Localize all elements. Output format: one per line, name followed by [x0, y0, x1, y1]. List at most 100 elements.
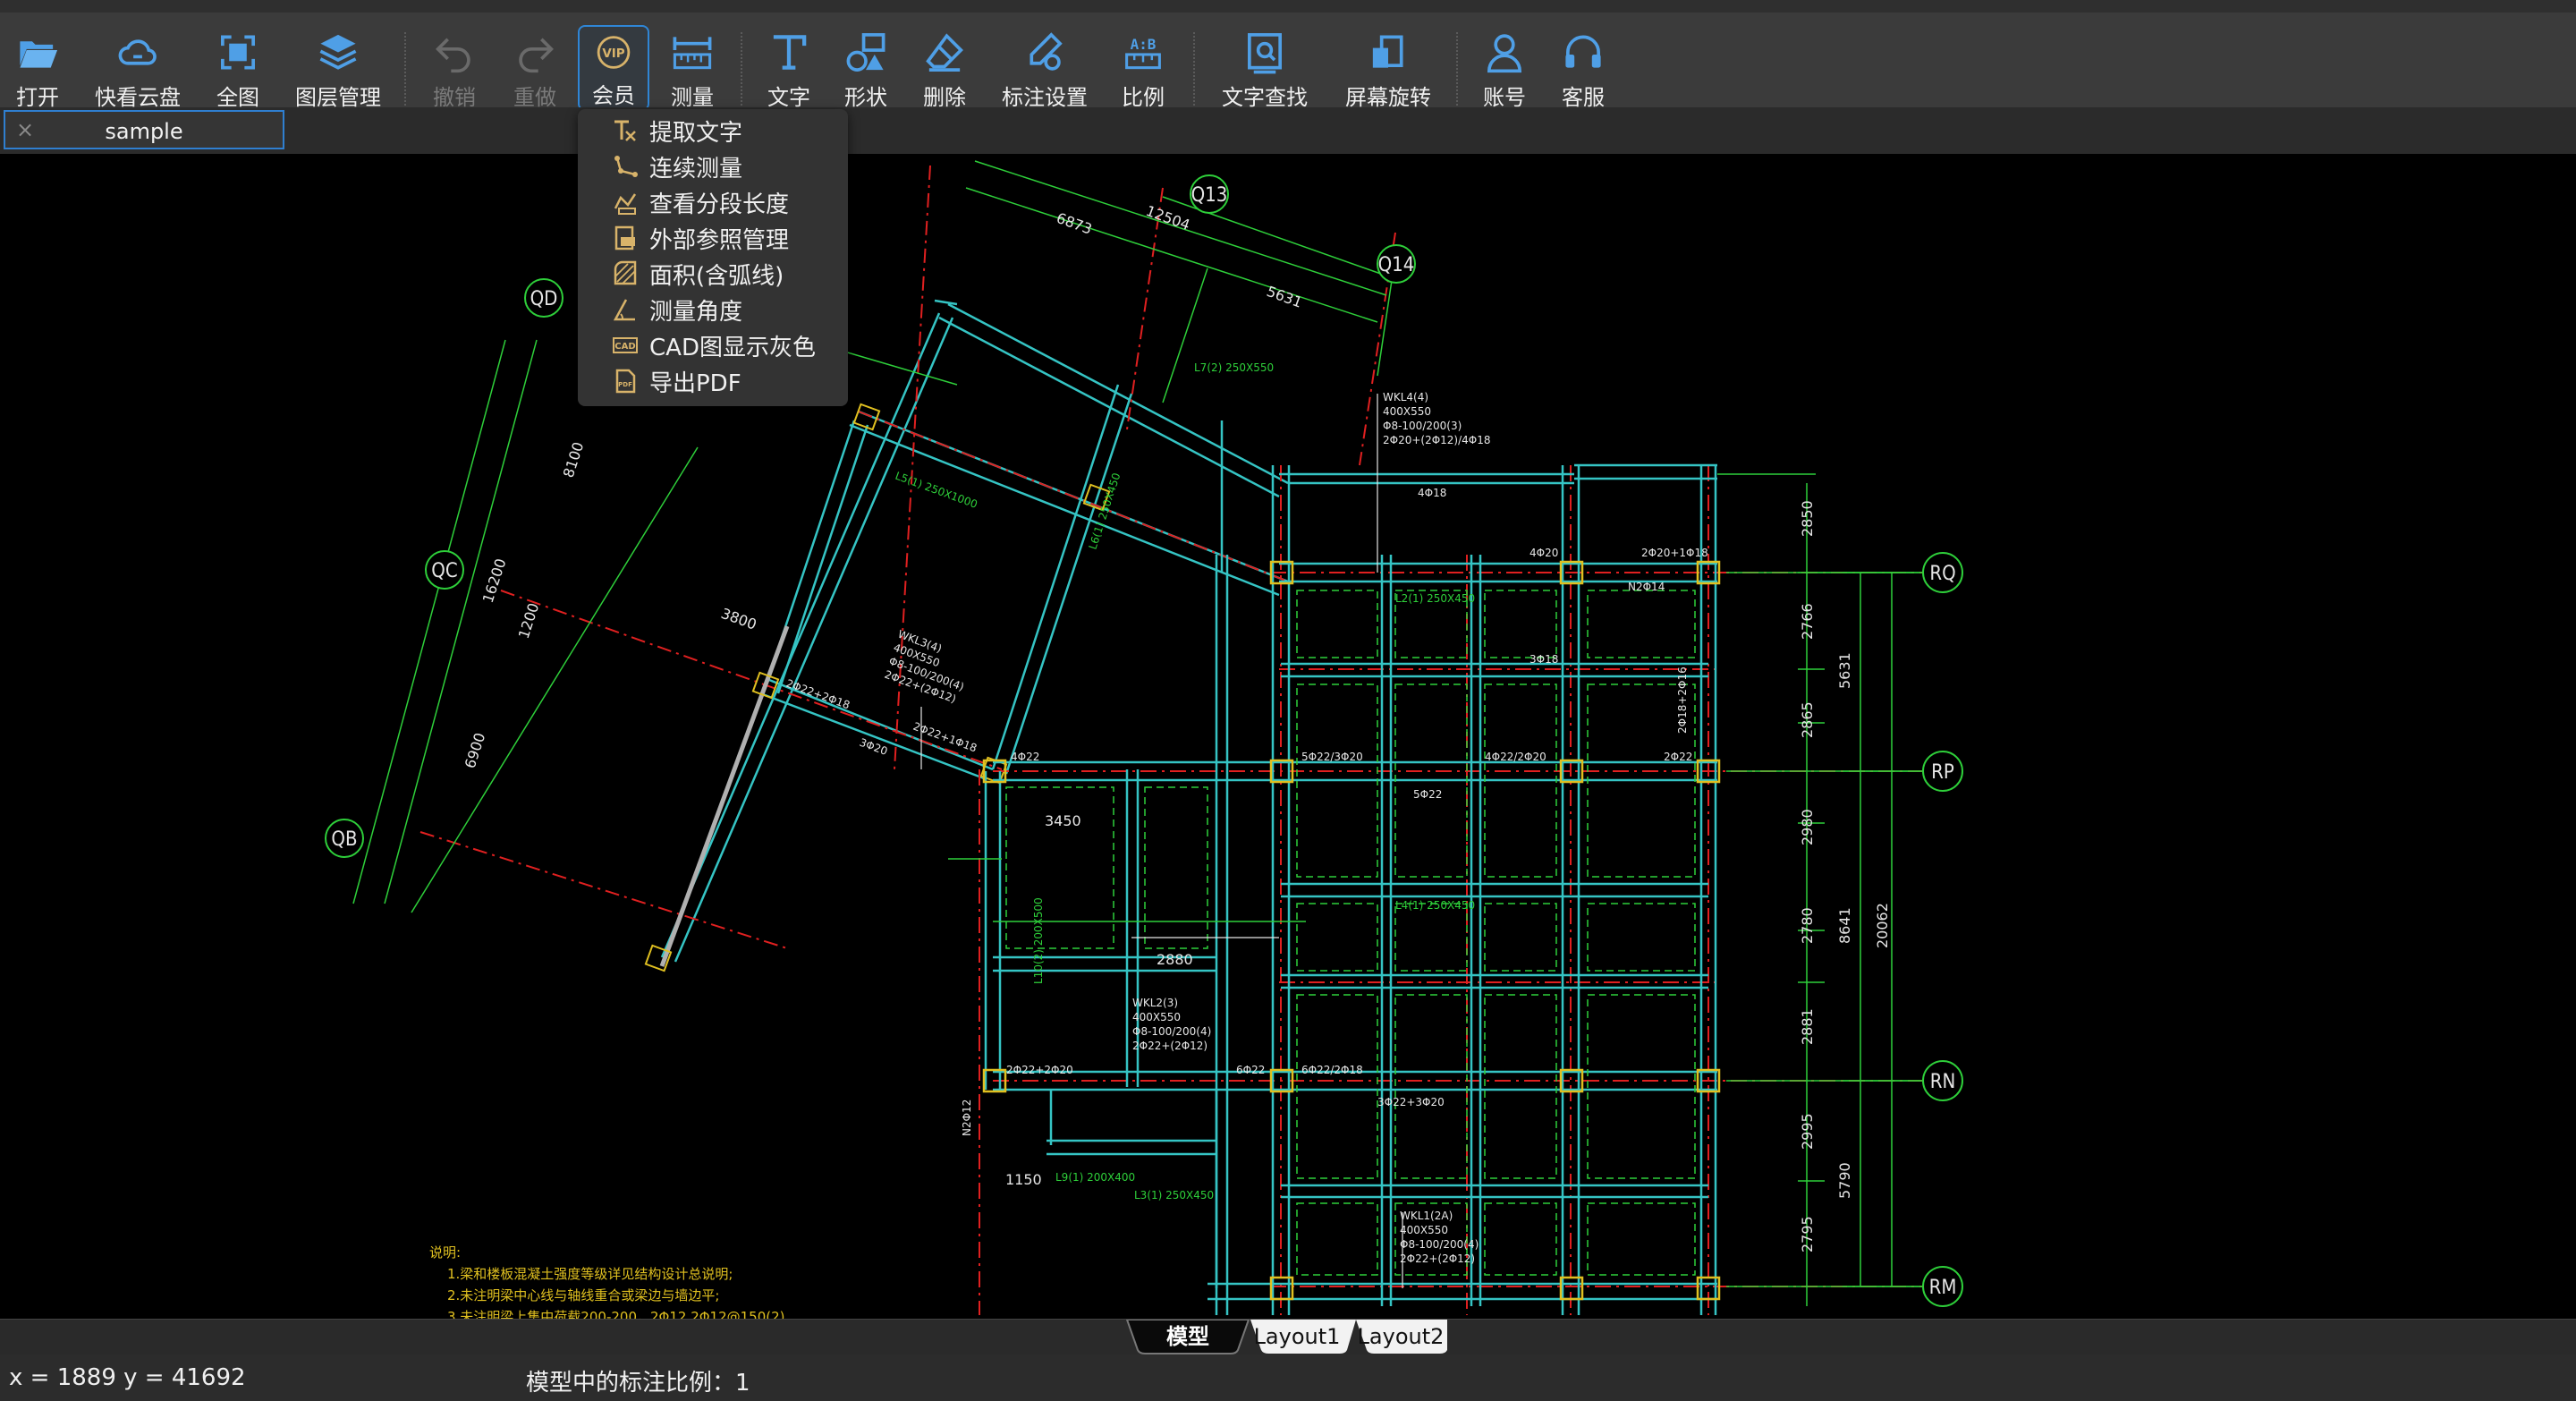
- svg-text:VIP: VIP: [602, 47, 624, 61]
- ruler-icon: [673, 37, 712, 70]
- rebar-label: 4Φ20: [1530, 547, 1558, 559]
- svg-text:A:B: A:B: [1131, 36, 1157, 53]
- menu-item-measure-angle[interactable]: 测量角度: [578, 292, 848, 327]
- rebar-label: 3Φ22+3Φ20: [1377, 1096, 1445, 1108]
- beam-label: 2Φ22+(2Φ12): [1132, 1040, 1208, 1052]
- dimension-settings-button[interactable]: 标注设置: [993, 25, 1097, 111]
- menu-item-extract-text[interactable]: 提取文字: [578, 113, 848, 149]
- shape-button[interactable]: 形状: [830, 25, 902, 111]
- grid-bubble-label: Q14: [1378, 254, 1415, 276]
- layer-manager-button[interactable]: 图层管理: [286, 25, 390, 111]
- fit-screen-icon: [221, 35, 255, 70]
- menu-item-segment-length[interactable]: 查看分段长度: [578, 184, 848, 220]
- support-button[interactable]: 客服: [1547, 25, 1619, 111]
- beam-label: 400X550: [1132, 1011, 1181, 1023]
- dimension-text: 1150: [1005, 1171, 1042, 1188]
- vip-button[interactable]: VIP 会员: [578, 25, 649, 111]
- find-text-button[interactable]: 文字查找: [1209, 25, 1320, 111]
- beam-label: Φ8-100/200(3): [1383, 420, 1462, 432]
- measure-button[interactable]: 测量: [657, 25, 728, 111]
- grid-bubble-label: QD: [530, 288, 558, 310]
- text-button[interactable]: 文字: [753, 25, 825, 111]
- beam-label: Φ8-100/200(4): [1132, 1025, 1211, 1038]
- svg-text:CAD: CAD: [614, 342, 635, 352]
- find-text-icon: [1248, 33, 1282, 74]
- drawing-note: 1.梁和楼板混凝土强度等级详见结构设计总说明;: [447, 1266, 733, 1282]
- menu-item-continuous-measure[interactable]: 连续测量: [578, 149, 848, 184]
- status-bar: x = 1889 y = 41692 模型中的标注比例：1: [0, 1354, 2576, 1401]
- headset-icon: [1565, 35, 1601, 68]
- rotate-screen-button[interactable]: 屏幕旋转: [1333, 25, 1444, 111]
- menu-item-xref-manager[interactable]: 外部参照管理: [578, 220, 848, 256]
- svg-text:PDF: PDF: [618, 381, 632, 388]
- cad-drawing-canvas[interactable]: QD QC QB Q13 Q14 RQ RP RN RM 12504 6873 …: [0, 154, 2576, 1319]
- dimension-text: 2850: [1799, 500, 1816, 537]
- xref-icon: [614, 225, 635, 250]
- tab-layout1[interactable]: Layout1: [1247, 1320, 1347, 1354]
- beam-label: L9(1) 200X400: [1055, 1171, 1135, 1184]
- rebar-label: 2Φ18+2Φ16: [1676, 667, 1689, 734]
- tab-model[interactable]: 模型: [1138, 1320, 1238, 1354]
- tab-layout2[interactable]: Layout2: [1354, 1320, 1447, 1354]
- menu-item-export-pdf[interactable]: PDF 导出PDF: [578, 363, 848, 399]
- fit-all-button[interactable]: 全图: [200, 25, 275, 111]
- pen-gear-icon: [1030, 32, 1063, 71]
- beam-label: 400X550: [1400, 1224, 1448, 1236]
- grid-bubble-label: RP: [1931, 761, 1954, 784]
- scale-button[interactable]: A:B 比例: [1107, 25, 1179, 111]
- shape-icon: [846, 33, 886, 72]
- rebar-label: 5Φ22: [1413, 788, 1442, 801]
- drawing-note: 3.未注明梁上集中荷载200-200，2Φ12,2Φ12@150(2): [447, 1309, 785, 1319]
- menu-item-area-with-arc[interactable]: 面积(含弧线): [578, 256, 848, 292]
- rebar-label: 2Φ20+1Φ18: [1641, 547, 1708, 559]
- cloud-icon: [118, 39, 157, 65]
- beam-label: L3(1) 250X450: [1134, 1189, 1214, 1201]
- dimension-text: 3800: [719, 605, 759, 633]
- beam-label: L4(1) 250X450: [1395, 899, 1475, 912]
- rotate-screen-icon: [1372, 35, 1403, 68]
- beam-label: WKL2(3): [1132, 997, 1178, 1009]
- area-icon: [614, 260, 637, 285]
- dimension-text: 8641: [1836, 907, 1853, 944]
- dimension-text: 2766: [1799, 603, 1816, 640]
- erase-button[interactable]: 删除: [909, 25, 980, 111]
- dimension-text: 8100: [560, 440, 588, 480]
- dimension-text: 2880: [1157, 951, 1193, 968]
- rebar-label: 2Φ22+2Φ20: [1006, 1064, 1073, 1076]
- undo-button[interactable]: 撤销: [417, 25, 492, 111]
- grid-bubble-label: Q13: [1191, 184, 1228, 207]
- menu-item-cad-gray[interactable]: CAD CAD图显示灰色: [578, 327, 848, 363]
- dimension-text: 6900: [462, 731, 489, 771]
- beam-label: WKL1(2A): [1400, 1210, 1453, 1222]
- rebar-label: 3Φ18: [1530, 653, 1558, 666]
- beam-label: WKL4(4): [1383, 391, 1428, 403]
- dimension-text: 12504: [1144, 202, 1192, 234]
- continuous-measure-icon: [614, 156, 638, 177]
- rebar-label: N2Φ14: [1628, 581, 1665, 593]
- folder-open-icon: [20, 41, 58, 68]
- grid-bubbles: [325, 174, 1963, 1307]
- grid-bubble-label: RN: [1930, 1071, 1956, 1093]
- undo-icon: [436, 38, 470, 73]
- grid-bubble-label: QC: [431, 560, 457, 582]
- beam-label: 400X550: [1383, 405, 1431, 418]
- toolbar-separator: [1193, 32, 1195, 113]
- document-tab[interactable]: × sample: [4, 110, 284, 149]
- drawing-note-heading: 说明:: [429, 1244, 461, 1261]
- rebar-label: 3Φ20: [858, 736, 889, 758]
- text-tool-icon: [773, 35, 807, 70]
- toolbar-separator: [1456, 32, 1458, 113]
- redo-button[interactable]: 重做: [497, 25, 572, 111]
- beam-label: Φ8-100/200(4): [1400, 1238, 1479, 1251]
- annotation-scale: 模型中的标注比例：1: [526, 1370, 750, 1397]
- vip-dropdown-menu: 提取文字 连续测量 查看分段长度 外部参照管理 面积(含弧线) 测量角度 CAD…: [578, 109, 848, 406]
- dimension-text: 2995: [1799, 1113, 1816, 1150]
- beam-label: L2(1) 250X450: [1395, 592, 1475, 605]
- account-button[interactable]: 账号: [1469, 25, 1540, 111]
- beam-label: L10(2) 200X500: [1032, 897, 1045, 984]
- dimension-text: 16200: [479, 556, 510, 605]
- rebar-label: N2Φ12: [961, 1100, 973, 1136]
- open-button[interactable]: 打开: [0, 25, 75, 111]
- cloud-drive-button[interactable]: 快看云盘: [86, 25, 190, 111]
- rebar-label: 5Φ22/3Φ20: [1301, 751, 1363, 763]
